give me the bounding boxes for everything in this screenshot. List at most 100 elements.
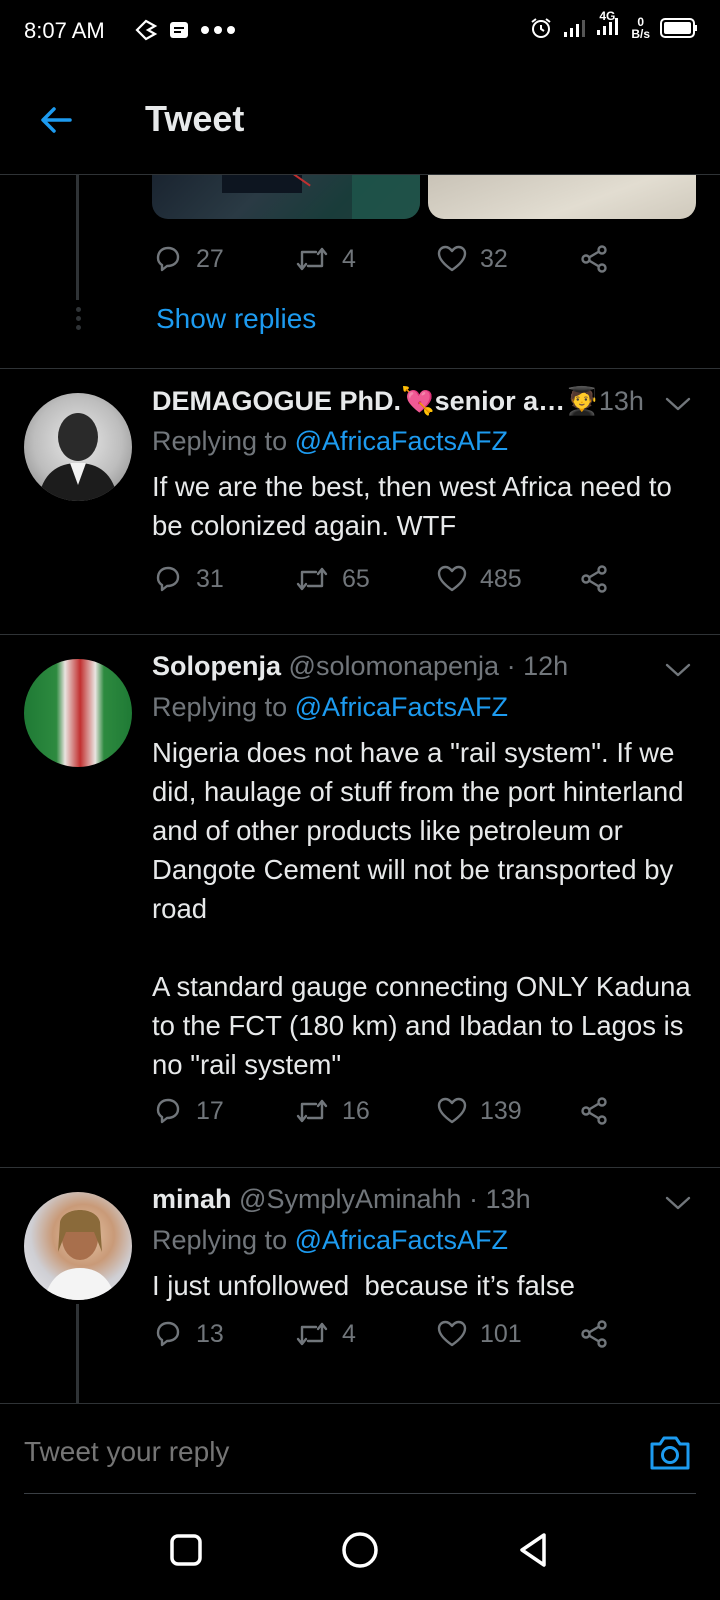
network-speed: 0 B/s (631, 14, 650, 41)
like-count: 139 (480, 1096, 522, 1125)
nav-circle-icon[interactable] (340, 1530, 380, 1570)
tweet-header: minah @SymplyAminahh · 13h (152, 1184, 531, 1215)
display-name-suffix: senior a… (434, 386, 566, 416)
like-icon (437, 565, 467, 592)
reply-button[interactable]: 17 (152, 1095, 224, 1127)
show-replies-link[interactable]: Show replies (156, 303, 316, 335)
retweet-button[interactable]: 16 (294, 1095, 370, 1127)
replying-to: Replying to @AfricaFactsAFZ (152, 426, 509, 456)
top-app-bar: Tweet (0, 64, 720, 175)
retweet-count: 65 (342, 564, 370, 593)
reply-count: 27 (196, 244, 224, 273)
like-icon (437, 1320, 467, 1347)
display-name[interactable]: Solopenja (152, 651, 281, 681)
retweet-button[interactable]: 4 (294, 243, 356, 275)
reply-underline (24, 1493, 696, 1494)
share-button[interactable] (578, 1318, 610, 1350)
reply-icon (156, 566, 180, 592)
retweet-count: 4 (342, 244, 356, 273)
share-button[interactable] (578, 243, 610, 275)
reply-button[interactable]: 31 (152, 563, 224, 595)
retweet-count: 4 (342, 1319, 356, 1348)
tweet-text: I just unfollowed because it’s false (152, 1270, 575, 1301)
back-arrow-icon[interactable] (36, 100, 76, 140)
avatar-portrait (38, 413, 118, 501)
signal-4g-indicator: 4G (595, 10, 621, 41)
retweet-count: 16 (342, 1096, 370, 1125)
tweet-actions: 17 16 139 (152, 1095, 622, 1131)
tweet-actions: 27 4 32 (152, 243, 622, 279)
reply-count: 17 (196, 1096, 224, 1125)
tweet-text: If we are the best, then west Africa nee… (152, 471, 680, 541)
like-button[interactable]: 32 (436, 243, 508, 275)
display-name[interactable]: minah (152, 1184, 232, 1214)
retweet-button[interactable]: 65 (294, 563, 370, 595)
status-notification-icons (134, 18, 236, 42)
avatar[interactable] (24, 393, 132, 501)
reply-icon (156, 1321, 180, 1347)
reply-icon (156, 246, 180, 272)
tweet-time: · 12h (506, 651, 569, 681)
share-button[interactable] (578, 1095, 610, 1127)
reply-composer (0, 1403, 720, 1493)
tweet-item[interactable]: Solopenja @solomonapenja · 12h Replying … (0, 635, 720, 1167)
like-count: 101 (480, 1319, 522, 1348)
tweet-text: Nigeria does not have a "rail system". I… (152, 737, 691, 1080)
retweet-icon (296, 1099, 328, 1123)
chevron-down-icon[interactable] (664, 661, 692, 679)
retweet-icon (296, 1322, 328, 1346)
reply-count: 13 (196, 1319, 224, 1348)
replying-to: Replying to @AfricaFactsAFZ (152, 692, 509, 722)
thread-dots (74, 307, 82, 334)
reply-icon (156, 1098, 180, 1124)
retweet-icon (296, 247, 328, 271)
system-nav-bar (0, 1500, 720, 1600)
thread-line (76, 1304, 79, 1403)
status-time: 8:07 AM (24, 18, 105, 43)
like-button[interactable]: 101 (436, 1318, 522, 1350)
share-icon (581, 1097, 607, 1125)
replying-to: Replying to @AfricaFactsAFZ (152, 1225, 509, 1255)
retweet-button[interactable]: 4 (294, 1318, 356, 1350)
tweet-item[interactable]: DEMAGOGUE PhD.💘senior a…🧑‍🎓13h Replying … (0, 369, 720, 634)
tweet-header: Solopenja @solomonapenja · 12h (152, 651, 568, 682)
tweet-media-image[interactable] (152, 175, 420, 219)
status-bar: 8:07 AM 4G 0 B/s (0, 0, 720, 64)
page-title: Tweet (145, 98, 245, 139)
like-icon (437, 1097, 467, 1124)
tweet-header: DEMAGOGUE PhD.💘senior a…🧑‍🎓13h (152, 385, 644, 417)
tweet-media-image[interactable] (428, 175, 696, 219)
camera-icon[interactable] (648, 1432, 692, 1472)
signal-icon (564, 19, 586, 37)
avatar[interactable] (24, 1192, 132, 1300)
like-count: 485 (480, 564, 522, 593)
tweet-item[interactable]: minah @SymplyAminahh · 13h Replying to @… (0, 1168, 720, 1403)
chevron-down-icon[interactable] (664, 395, 692, 413)
nav-square-icon[interactable] (166, 1530, 206, 1570)
display-name[interactable]: DEMAGOGUE PhD. (152, 386, 401, 416)
network-type: 4G (599, 9, 616, 23)
share-icon (581, 1320, 607, 1348)
share-icon (581, 245, 607, 273)
message-icon (170, 22, 188, 38)
mention-link[interactable]: @AfricaFactsAFZ (295, 1225, 508, 1255)
mention-link[interactable]: @AfricaFactsAFZ (295, 426, 508, 456)
reply-button[interactable]: 13 (152, 1318, 224, 1350)
chevron-down-icon[interactable] (664, 1194, 692, 1212)
tweet-time: 13h (598, 386, 644, 416)
user-handle: @SymplyAminahh (239, 1184, 462, 1214)
nav-back-triangle-icon[interactable] (514, 1530, 554, 1570)
share-button[interactable] (578, 563, 610, 595)
status-system-icons: 4G 0 B/s (529, 10, 698, 41)
like-count: 32 (480, 244, 508, 273)
tweet-actions: 13 4 101 (152, 1318, 622, 1354)
battery-icon (660, 17, 697, 38)
retweet-icon (296, 567, 328, 591)
mention-link[interactable]: @AfricaFactsAFZ (295, 692, 508, 722)
like-icon (437, 245, 467, 272)
reply-button[interactable]: 27 (152, 243, 224, 275)
avatar[interactable] (24, 659, 132, 767)
like-button[interactable]: 485 (436, 563, 522, 595)
reply-input[interactable] (24, 1436, 584, 1468)
like-button[interactable]: 139 (436, 1095, 522, 1127)
